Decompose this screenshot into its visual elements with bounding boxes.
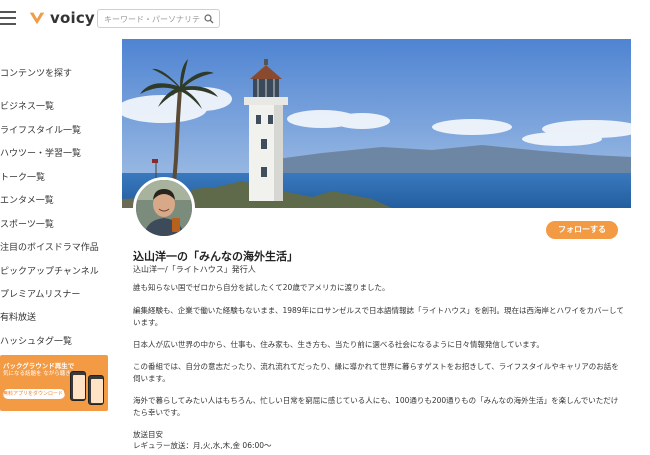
banner-download-button[interactable]: 無料アプリをダウンロード！	[3, 389, 68, 399]
phone-icon	[70, 371, 86, 401]
avatar[interactable]	[133, 177, 195, 239]
channel-title: 込山洋一の「みんなの海外生活」	[133, 250, 298, 263]
sidebar-item-pickup[interactable]: ピックアップチャンネル	[0, 264, 99, 277]
sidebar-item-talk[interactable]: トーク一覧	[0, 170, 45, 183]
sidebar-item-lifestyle[interactable]: ライフスタイル一覧	[0, 123, 81, 136]
search-input[interactable]	[104, 12, 202, 26]
broadcast-schedule: レギュラー放送：月,火,水,木,金 06:00〜	[133, 441, 272, 450]
sidebar-item-howto[interactable]: ハウツー・学習一覧	[0, 146, 81, 159]
voicy-logo[interactable]: voicy	[28, 8, 95, 28]
phone-icon	[88, 375, 104, 405]
sidebar-heading: コンテンツを探す	[0, 69, 73, 79]
sidebar-item-voice-drama[interactable]: 注目のボイスドラマ作品	[0, 240, 99, 253]
description-paragraph: 海外で暮らしてみたい人はもちろん、忙しい日常を窮屈に感じている人にも、100通り…	[133, 396, 619, 417]
search-box[interactable]	[97, 9, 220, 28]
lighthouse-photo	[122, 39, 631, 208]
channel-host[interactable]: 込山洋一/「ライトハウス」発行人	[133, 264, 256, 275]
app-download-banner[interactable]: バックグラウンド再生で 気になる話題を ながら聴き 無料アプリをダウンロード！	[0, 355, 108, 411]
top-header: voicy	[0, 0, 650, 36]
sidebar-item-entertainment[interactable]: エンタメ一覧	[0, 193, 54, 206]
search-icon[interactable]	[204, 14, 214, 24]
sidebar-item-business[interactable]: ビジネス一覧	[0, 99, 54, 112]
sidebar-item-hashtags[interactable]: ハッシュタグ一覧	[0, 334, 72, 347]
banner-subline: 気になる話題を ながら聴き	[3, 371, 71, 377]
description-paragraph: この番組では、自分の意志だったり、流れ流れてだったり、縁に導かれて世界に暮らすゲ…	[133, 362, 619, 383]
channel-cover-image	[122, 39, 631, 208]
follow-button[interactable]: フォローする	[546, 221, 618, 239]
menu-icon[interactable]	[0, 11, 16, 25]
logo-text: voicy	[50, 9, 95, 27]
sidebar-item-sports[interactable]: スポーツ一覧	[0, 217, 54, 230]
description-paragraph: 編集経験も、企業で働いた経験もないまま、1989年にロサンゼルスで日本語情報誌「…	[133, 306, 624, 327]
sidebar: コンテンツを探す ビジネス一覧 ライフスタイル一覧 ハウツー・学習一覧 トーク一…	[0, 36, 112, 455]
sidebar-item-premium[interactable]: プレミアムリスナー	[0, 287, 80, 300]
host-portrait	[136, 180, 192, 236]
sidebar-item-paid[interactable]: 有料放送	[0, 310, 36, 323]
description-paragraph: 日本人が広い世界の中から、仕事も、住み家も、生き方も、当たり前に選べる社会になる…	[133, 340, 544, 349]
voicy-logo-icon	[29, 12, 45, 25]
description-paragraph: 誰も知らない国でゼロから自分を試したくて20歳でアメリカに渡りました。	[133, 283, 390, 292]
